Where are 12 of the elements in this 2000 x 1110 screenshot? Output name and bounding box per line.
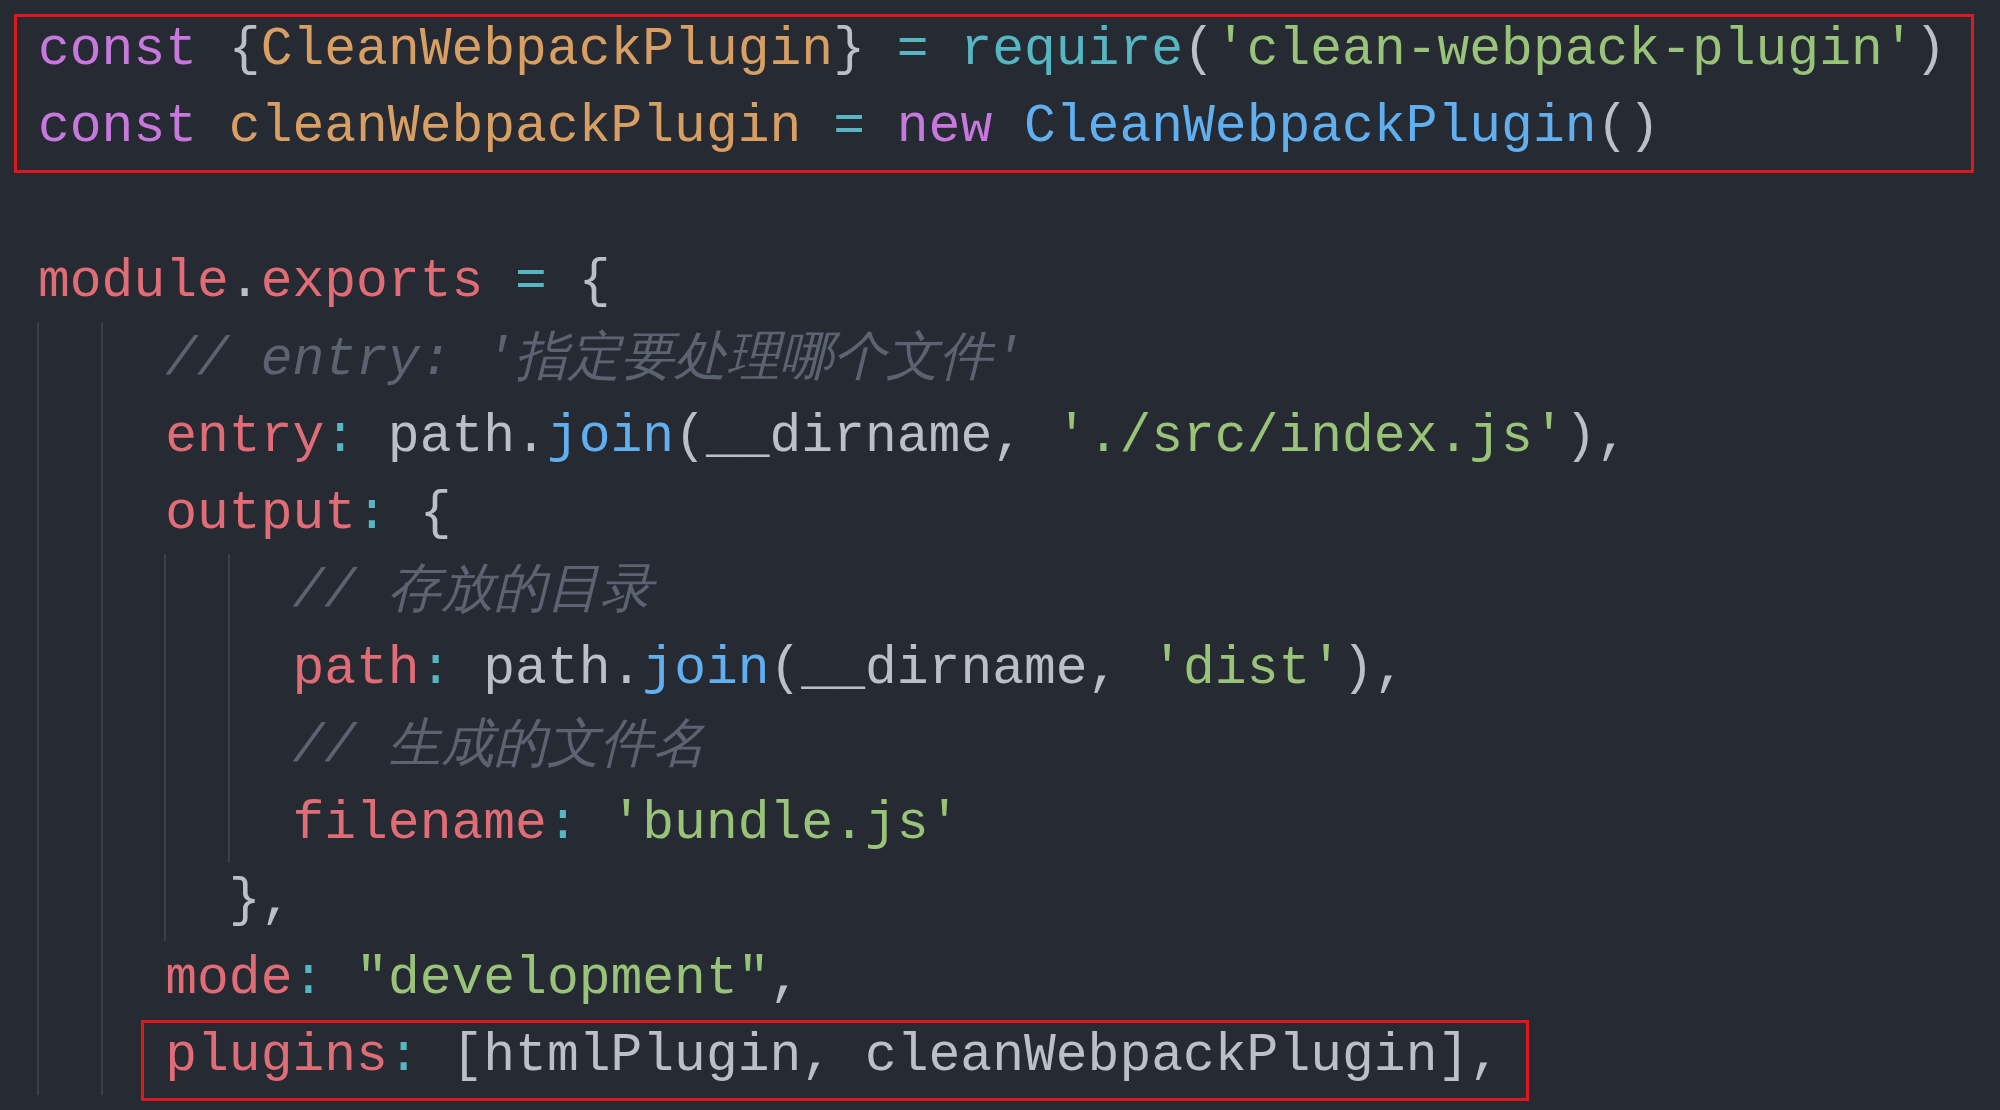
code-line: },: [38, 863, 293, 941]
code-line: filename: 'bundle.js': [38, 785, 961, 864]
code-line: // entry: '指定要处理哪个文件': [38, 321, 1024, 399]
code-line: path: path.join(__dirname, 'dist'),: [38, 631, 1406, 709]
code-line: output: {: [38, 476, 452, 554]
code-line: module.exports = {: [38, 251, 611, 315]
code-line: const cleanWebpackPlugin = new CleanWebpackPlugin(): [38, 96, 1661, 160]
code-line: // 生成的文件名: [38, 708, 706, 786]
code-line: mode: "development",: [38, 940, 802, 1019]
code-line: const {CleanWebpackPlugin} = require('clean-webpack-plugin'): [38, 19, 1947, 82]
code-line: plugins: [htmlPlugin, cleanWebpackPlugin],: [38, 1018, 1502, 1096]
code-line: entry: path.join(__dirname, './src/index.js'),: [38, 398, 1629, 477]
